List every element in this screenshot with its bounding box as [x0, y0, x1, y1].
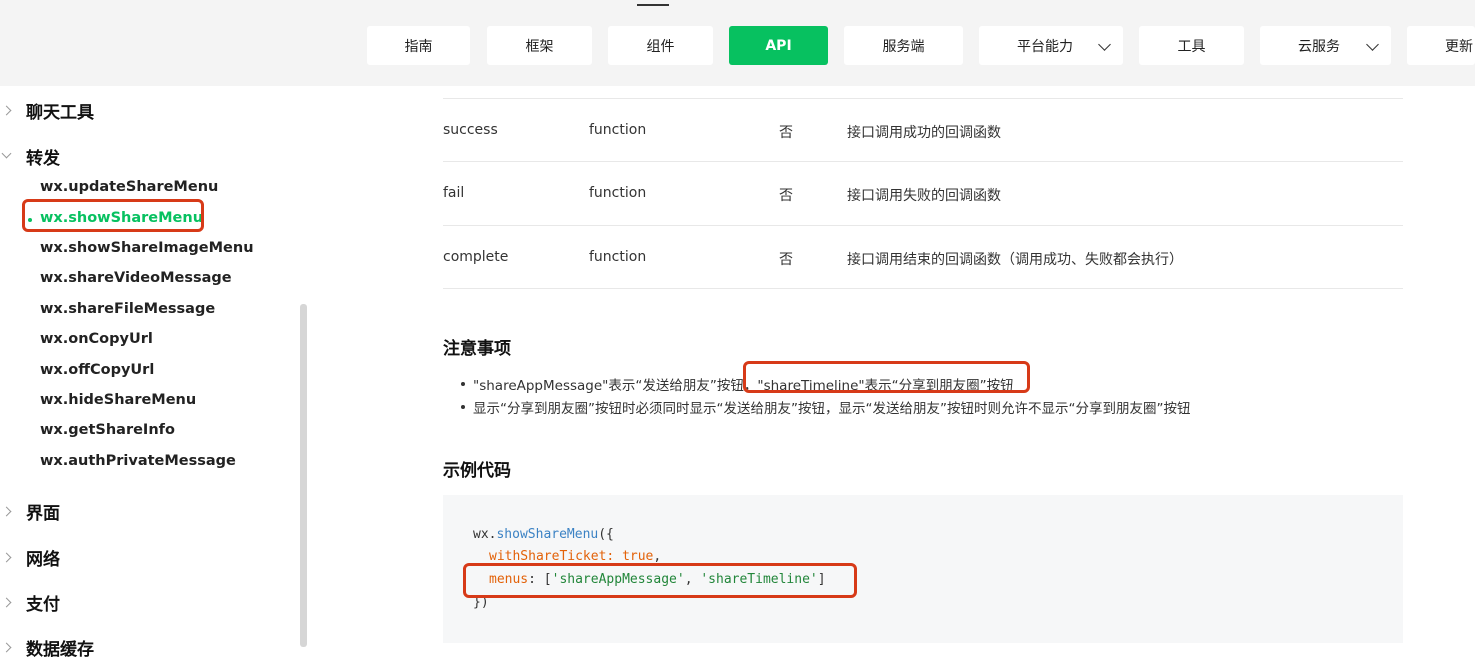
code-line: withShareTicket: true,: [489, 549, 661, 564]
tab-label: 云服务: [1298, 38, 1340, 55]
sidebar-category-chat-tools[interactable]: 聊天工具: [26, 98, 94, 123]
param-name: complete: [443, 249, 509, 265]
sidebar-item-getshareinfo[interactable]: wx.getShareInfo: [40, 422, 175, 438]
sidebar-scrollbar[interactable]: [300, 304, 307, 647]
code-token: showShareMenu: [496, 527, 599, 542]
tab-framework[interactable]: 框架: [487, 26, 592, 65]
sidebar-category-data-cache[interactable]: 数据缓存: [26, 635, 94, 660]
param-required: 否: [779, 252, 793, 268]
chevron-right-icon: [1, 597, 12, 608]
sidebar-category-payment[interactable]: 支付: [26, 590, 60, 615]
tab-label: 平台能力: [1017, 38, 1073, 55]
sidebar: 聊天工具 转发 wx.updateShareMenu wx.showShareM…: [0, 86, 300, 660]
param-required: 否: [779, 188, 793, 204]
table-divider: [443, 98, 1403, 99]
code-token: :: [606, 549, 623, 564]
sidebar-item-hidesharemenu[interactable]: wx.hideShareMenu: [40, 392, 196, 408]
tab-label: 组件: [646, 38, 675, 55]
code-line: wx.showShareMenu({: [473, 527, 614, 542]
tab-label: API: [765, 37, 792, 54]
table-divider: [443, 161, 1403, 162]
code-token: ,: [653, 549, 662, 564]
chevron-down-icon: [1366, 38, 1379, 51]
param-required: 否: [779, 125, 793, 141]
note-text: 显示“分享到朋友圈”按钮时必须同时显示“发送给朋友”按钮，显示“发送给朋友”按钮…: [473, 401, 1191, 417]
table-divider: [443, 288, 1403, 289]
chevron-right-icon: [1, 552, 12, 563]
sidebar-item-showshareimagemenu[interactable]: wx.showShareImageMenu: [40, 240, 254, 256]
tab-server[interactable]: 服务端: [844, 26, 963, 65]
sidebar-item-sharevideomessage[interactable]: wx.shareVideoMessage: [40, 270, 232, 286]
tab-components[interactable]: 组件: [608, 26, 713, 65]
tab-label: 服务端: [882, 38, 925, 55]
chevron-down-icon: [1, 148, 12, 159]
tab-platform-capabilities[interactable]: 平台能力: [979, 26, 1123, 65]
highlight-box: [22, 199, 204, 232]
chevron-right-icon: [1, 642, 12, 653]
tab-label: 指南: [404, 38, 433, 55]
tab-updates[interactable]: 更新: [1407, 26, 1475, 65]
param-name: success: [443, 122, 498, 138]
param-type: function: [589, 185, 647, 201]
sidebar-category-interface[interactable]: 界面: [26, 499, 60, 524]
param-desc: 接口调用成功的回调函数: [847, 125, 1001, 141]
param-name: fail: [443, 185, 465, 201]
param-type: function: [589, 249, 647, 265]
highlight-box: [743, 361, 1030, 393]
tab-cloud-services[interactable]: 云服务: [1260, 26, 1391, 65]
chevron-right-icon: [1, 506, 12, 517]
tab-label: 工具: [1177, 38, 1206, 55]
example-heading: 示例代码: [443, 461, 511, 481]
param-type: function: [589, 122, 647, 138]
param-desc: 接口调用失败的回调函数: [847, 188, 1001, 204]
param-desc: 接口调用结束的回调函数（调用成功、失败都会执行）: [847, 252, 1183, 268]
chevron-down-icon: [1098, 38, 1111, 51]
code-token: wx.: [473, 527, 497, 542]
code-token: true: [622, 549, 654, 564]
bullet: [461, 405, 465, 409]
tab-api[interactable]: API: [729, 26, 828, 65]
sidebar-category-network[interactable]: 网络: [26, 545, 60, 570]
sidebar-item-updatesharemenu[interactable]: wx.updateShareMenu: [40, 179, 218, 195]
chevron-right-icon: [1, 105, 12, 116]
tab-guide[interactable]: 指南: [367, 26, 470, 65]
tab-label: 框架: [525, 38, 554, 55]
sidebar-item-offcopyurl[interactable]: wx.offCopyUrl: [40, 362, 154, 378]
sidebar-item-authprivatemessage[interactable]: wx.authPrivateMessage: [40, 453, 236, 469]
code-token: ({: [598, 527, 614, 542]
highlight-box: [463, 563, 857, 598]
tab-label: 更新: [1445, 38, 1473, 55]
sidebar-category-forward[interactable]: 转发: [26, 144, 60, 169]
notes-heading: 注意事项: [443, 339, 511, 359]
code-token: withShareTicket: [489, 549, 607, 564]
note-part: "shareAppMessage"表示“发送给朋友”按钮，: [473, 378, 758, 394]
sidebar-item-sharefilemessage[interactable]: wx.shareFileMessage: [40, 301, 215, 317]
tab-tools[interactable]: 工具: [1139, 26, 1244, 65]
nav-indicator: [637, 4, 669, 6]
bullet: [461, 382, 465, 386]
top-navigation: 指南 框架 组件 API 服务端 平台能力 工具 云服务 更新: [0, 0, 1475, 86]
table-divider: [443, 225, 1403, 226]
list-item: 显示“分享到朋友圈”按钮时必须同时显示“发送给朋友”按钮，显示“发送给朋友”按钮…: [461, 397, 1401, 417]
sidebar-item-oncopyurl[interactable]: wx.onCopyUrl: [40, 331, 153, 347]
